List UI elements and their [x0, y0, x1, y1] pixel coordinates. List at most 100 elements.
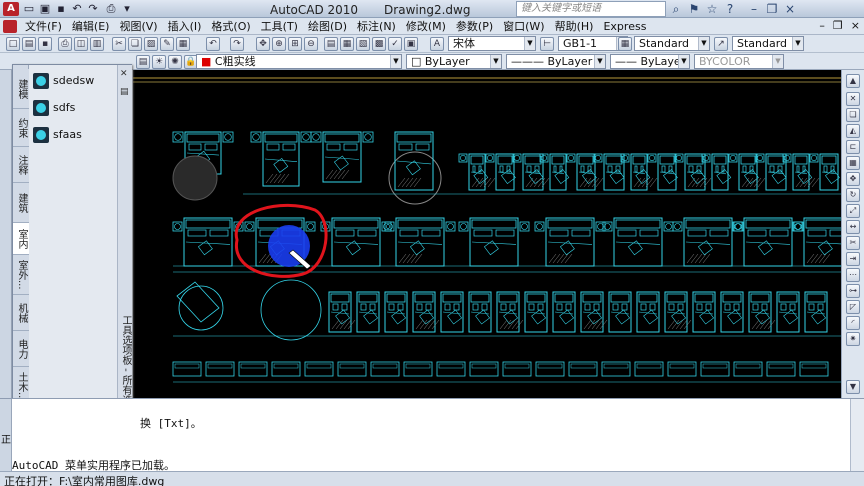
- palette-tab[interactable]: 建模: [13, 69, 29, 109]
- palette-tab[interactable]: 建筑: [13, 183, 29, 223]
- minimize-icon[interactable]: –: [746, 1, 762, 17]
- table-style-combo[interactable]: Standard ▼: [634, 36, 710, 51]
- communication-center-icon[interactable]: ⚑: [686, 1, 702, 17]
- markup-icon[interactable]: ✓: [388, 37, 402, 51]
- copy-icon[interactable]: ❏: [128, 37, 142, 51]
- zoom-previous-icon[interactable]: ⊖: [304, 37, 318, 51]
- menu-item[interactable]: 标注(N): [352, 20, 401, 33]
- menu-item[interactable]: 窗口(W): [498, 20, 549, 33]
- lineweight-combo[interactable]: —— ByLayer ▼: [610, 54, 690, 69]
- palette-tab[interactable]: 机械: [13, 295, 29, 331]
- redo-tool-icon[interactable]: ↷: [230, 37, 244, 51]
- plot-icon[interactable]: ⎙: [104, 2, 118, 16]
- erase-icon[interactable]: ✕: [846, 92, 860, 106]
- doc-close-icon[interactable]: ×: [851, 19, 860, 32]
- doc-restore-icon[interactable]: ❐: [833, 19, 843, 32]
- linetype-combo[interactable]: ——— ByLayer ▼: [506, 54, 606, 69]
- text-style-icon[interactable]: A: [430, 37, 444, 51]
- matchprop-icon[interactable]: ✎: [160, 37, 174, 51]
- explode-icon[interactable]: ✷: [846, 332, 860, 346]
- lightbulb-icon[interactable]: ☀: [152, 55, 166, 69]
- zoom-window-icon[interactable]: ⊞: [288, 37, 302, 51]
- menu-item[interactable]: 帮助(H): [550, 20, 599, 33]
- doc-minimize-icon[interactable]: –: [819, 19, 825, 32]
- text-style-combo[interactable]: 宋体 ▼: [448, 36, 536, 51]
- chevron-down-icon[interactable]: ▼: [594, 55, 605, 68]
- tool-palettes-icon[interactable]: ▧: [356, 37, 370, 51]
- open-file-icon[interactable]: ▤: [22, 37, 36, 51]
- offset-icon[interactable]: ⊏: [846, 140, 860, 154]
- chevron-down-icon[interactable]: ▼: [678, 55, 689, 68]
- document-icon[interactable]: [3, 20, 17, 33]
- chevron-down-icon[interactable]: ▼: [524, 37, 535, 50]
- save-file-icon[interactable]: ▪: [38, 37, 52, 51]
- palette-properties-icon[interactable]: ▤: [120, 87, 129, 97]
- cut-icon[interactable]: ✂: [112, 37, 126, 51]
- preview-icon[interactable]: ◫: [74, 37, 88, 51]
- scroll-down-icon[interactable]: ▼: [846, 380, 860, 394]
- scale-icon[interactable]: ⤢: [846, 204, 860, 218]
- dim-style-icon[interactable]: ⊢: [540, 37, 554, 51]
- menu-item[interactable]: 修改(M): [401, 20, 451, 33]
- pan-icon[interactable]: ✥: [256, 37, 270, 51]
- block-editor-icon[interactable]: ▦: [176, 37, 190, 51]
- dropdown-icon[interactable]: ▾: [120, 2, 134, 16]
- calculator-icon[interactable]: ▣: [404, 37, 418, 51]
- palette-item[interactable]: sfaas: [30, 121, 116, 148]
- menu-item[interactable]: 编辑(E): [67, 20, 115, 33]
- stretch-icon[interactable]: ↔: [846, 220, 860, 234]
- command-scrollbar[interactable]: [850, 399, 864, 472]
- join-icon[interactable]: ⊶: [846, 284, 860, 298]
- layer-combo[interactable]: ■ C粗实线 ▼: [196, 54, 402, 69]
- undo-tool-icon[interactable]: ↶: [206, 37, 220, 51]
- publish-icon[interactable]: ▥: [90, 37, 104, 51]
- open-icon[interactable]: ▣: [38, 2, 52, 16]
- undo-icon[interactable]: ↶: [70, 2, 84, 16]
- table-style-icon[interactable]: ▦: [618, 37, 632, 51]
- mleader-style-icon[interactable]: ↗: [714, 37, 728, 51]
- properties-icon[interactable]: ▤: [324, 37, 338, 51]
- print-icon[interactable]: ⎙: [58, 37, 72, 51]
- palette-tab[interactable]: 电力: [13, 331, 29, 367]
- sun-icon[interactable]: ✺: [168, 55, 182, 69]
- help-icon[interactable]: ?: [722, 1, 738, 17]
- menu-item[interactable]: 插入(I): [163, 20, 207, 33]
- mirror-icon[interactable]: ◭: [846, 124, 860, 138]
- color-combo[interactable]: □ ByLayer ▼: [406, 54, 502, 69]
- new-icon[interactable]: ▭: [22, 2, 36, 16]
- sheet-set-icon[interactable]: ▩: [372, 37, 386, 51]
- chevron-down-icon[interactable]: ▼: [698, 37, 709, 50]
- copy-object-icon[interactable]: ❏: [846, 108, 860, 122]
- array-icon[interactable]: ▦: [846, 156, 860, 170]
- chevron-down-icon[interactable]: ▼: [792, 37, 803, 50]
- qnew-icon[interactable]: □: [6, 37, 20, 51]
- palette-tab[interactable]: 注释: [13, 147, 29, 183]
- close-icon[interactable]: ×: [782, 1, 798, 17]
- chevron-down-icon[interactable]: ▼: [390, 55, 401, 68]
- palette-title-bar[interactable]: ✕ ▤ 工具选项板 - 所有选项板: [117, 65, 132, 439]
- restore-icon[interactable]: ❐: [764, 1, 780, 17]
- save-icon[interactable]: ▪: [54, 2, 68, 16]
- drawing-svg[interactable]: [133, 70, 841, 398]
- menu-item[interactable]: 格式(O): [206, 20, 255, 33]
- palette-tab[interactable]: 约束: [13, 109, 29, 147]
- menu-item[interactable]: 视图(V): [114, 20, 162, 33]
- break-icon[interactable]: ⋯: [846, 268, 860, 282]
- palette-item[interactable]: sdfs: [30, 94, 116, 121]
- mleader-style-combo[interactable]: Standard ▼: [732, 36, 804, 51]
- redo-icon[interactable]: ↷: [86, 2, 100, 16]
- palette-tab[interactable]: 室内: [13, 223, 29, 255]
- chevron-down-icon[interactable]: ▼: [490, 55, 501, 68]
- fillet-icon[interactable]: ◜: [846, 316, 860, 330]
- favorites-icon[interactable]: ☆: [704, 1, 720, 17]
- scroll-up-icon[interactable]: ▲: [846, 74, 860, 88]
- design-center-icon[interactable]: ▦: [340, 37, 354, 51]
- menu-item[interactable]: 工具(T): [256, 20, 303, 33]
- palette-item[interactable]: sdedsw: [30, 67, 116, 94]
- move-icon[interactable]: ✥: [846, 172, 860, 186]
- menu-item[interactable]: 参数(P): [451, 20, 498, 33]
- app-menu-button[interactable]: A: [3, 2, 19, 16]
- palette-tab[interactable]: 室外...: [13, 255, 29, 295]
- menu-item[interactable]: 绘图(D): [303, 20, 352, 33]
- menu-item[interactable]: 文件(F): [20, 20, 67, 33]
